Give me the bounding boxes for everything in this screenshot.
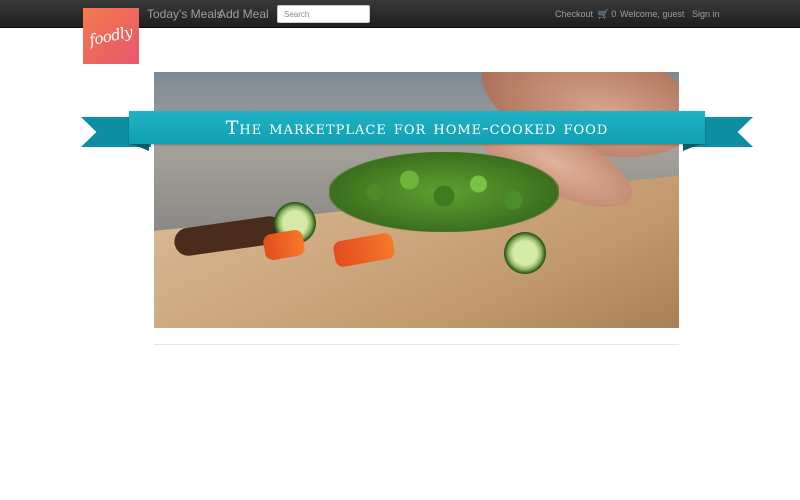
nav-add-meal-link[interactable]: Add Meal [218,7,269,21]
checkout-link[interactable]: Checkout 🛒 0 [555,9,616,20]
nav-todays-meals-link[interactable]: Today's Meals [147,7,223,21]
sign-in-link[interactable]: Sign in [692,9,720,19]
search-input[interactable] [277,5,370,23]
shopping-cart-icon: 🛒 [597,9,609,19]
chopped-herbs [329,152,559,232]
logo-text: foodly [87,22,135,50]
content-divider [154,344,679,345]
cucumber-slice [504,232,546,274]
foodly-logo[interactable]: foodly [83,8,139,64]
cart-count: 0 [611,9,617,19]
welcome-text: Welcome, guest [620,9,685,19]
checkout-label: Checkout [555,9,594,19]
hero-banner: The marketplace for home-cooked food [129,111,705,144]
hero-tagline: The marketplace for home-cooked food [225,116,609,139]
